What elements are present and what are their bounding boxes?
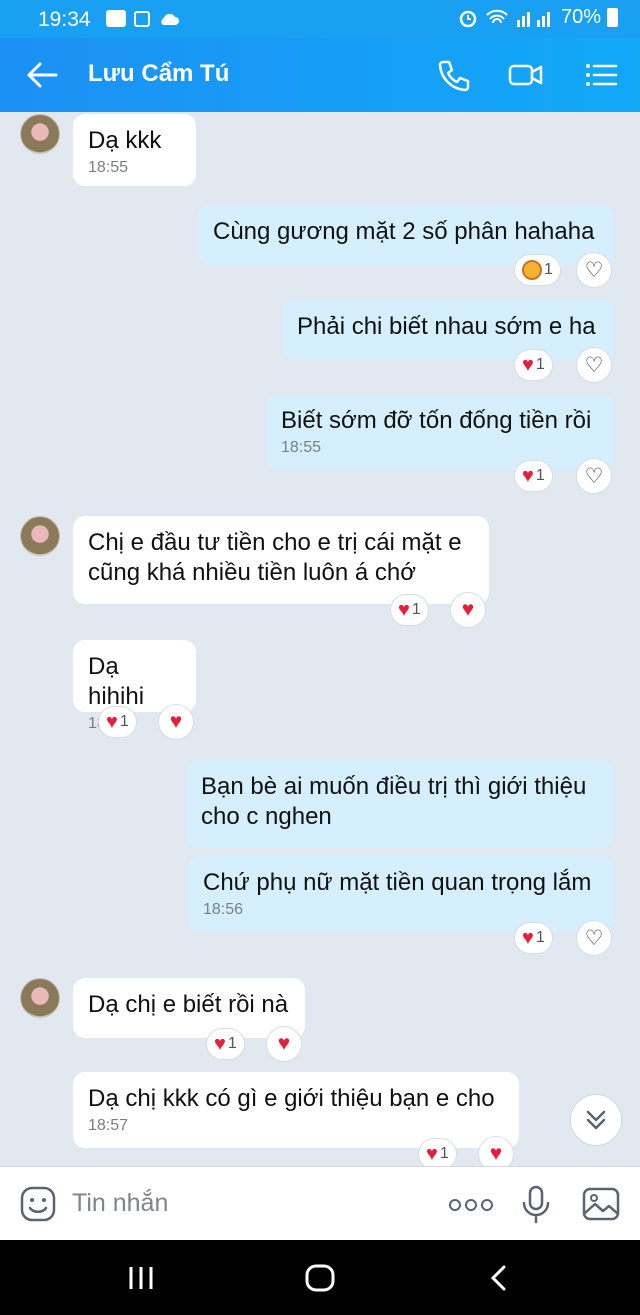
like-heart-button[interactable]: ♥ bbox=[266, 1026, 302, 1062]
heart-icon: ♥ bbox=[214, 1033, 226, 1055]
menu-list-icon[interactable] bbox=[584, 58, 620, 92]
alarm-icon bbox=[459, 10, 477, 27]
message-input[interactable]: Tin nhắn bbox=[72, 1189, 168, 1218]
like-heart-button[interactable]: ♡ bbox=[576, 347, 612, 383]
message-text: Phải chi biết nhau sớm e ha bbox=[297, 313, 596, 340]
like-heart-button[interactable]: ♥ bbox=[158, 704, 194, 740]
contact-avatar[interactable] bbox=[20, 978, 60, 1018]
message-text: Dạ hihihi bbox=[88, 653, 145, 710]
like-heart-button[interactable]: ♥ bbox=[450, 592, 486, 628]
message-bubble[interactable]: Biết sớm đỡ tốn đống tiền rồi 18:55 bbox=[266, 394, 614, 470]
contact-avatar[interactable] bbox=[20, 516, 60, 556]
battery-icon bbox=[607, 8, 618, 27]
heart-icon: ♥ bbox=[522, 354, 534, 376]
status-bar: 19:34 70% bbox=[0, 0, 640, 38]
message-bubble[interactable]: Dạ chị kkk có gì e giới thiệu bạn e cho … bbox=[73, 1072, 519, 1148]
contact-name[interactable]: Lưu Cẩm Tú bbox=[88, 60, 229, 88]
message-time: 18:55 bbox=[281, 439, 322, 456]
back-arrow-icon[interactable] bbox=[26, 60, 58, 90]
system-nav-bar bbox=[0, 1240, 640, 1315]
message-bubble[interactable]: Dạ chị e biết rồi nà bbox=[73, 978, 305, 1038]
message-time: 18:55 bbox=[88, 159, 129, 176]
heart-outline-icon: ♡ bbox=[584, 464, 604, 488]
heart-icon: ♥ bbox=[522, 465, 534, 487]
message-text: Cùng gương mặt 2 số phân hahaha bbox=[213, 218, 595, 245]
reaction-count: 1 bbox=[535, 929, 545, 946]
message-bubble[interactable]: Dạ hihihi 18:55 bbox=[73, 640, 196, 732]
microphone-icon[interactable] bbox=[520, 1185, 552, 1225]
reaction-summary[interactable]: ♥ 1 bbox=[514, 460, 553, 492]
chevrons-down-icon bbox=[586, 1110, 606, 1130]
message-text: Dạ chị kkk có gì e giới thiệu bạn e cho bbox=[88, 1085, 495, 1112]
like-heart-button[interactable]: ♡ bbox=[576, 252, 612, 288]
reaction-count: 1 bbox=[535, 467, 545, 484]
message-text: Biết sớm đỡ tốn đống tiền rồi bbox=[281, 407, 592, 434]
message-bubble[interactable]: Chị e đầu tư tiền cho e trị cái mặt e cũ… bbox=[73, 516, 489, 604]
message-list[interactable]: Dạ kkk 18:55 Cùng gương mặt 2 số phân ha… bbox=[0, 112, 640, 1166]
reaction-summary[interactable]: ♥ 1 bbox=[206, 1028, 245, 1060]
reaction-count: 1 bbox=[411, 601, 421, 618]
message-bubble[interactable]: Dạ kkk 18:55 bbox=[73, 114, 196, 186]
reaction-count: 1 bbox=[535, 356, 545, 373]
heart-outline-icon: ♡ bbox=[584, 926, 604, 950]
app-notification-icon bbox=[134, 10, 150, 27]
reaction-count: 1 bbox=[119, 713, 129, 730]
video-call-icon[interactable] bbox=[508, 58, 544, 92]
heart-icon: ♥ bbox=[106, 711, 118, 733]
message-text: Dạ chị e biết rồi nà bbox=[88, 991, 289, 1018]
reaction-summary[interactable]: ♥ 1 bbox=[390, 594, 429, 626]
heart-outline-icon: ♡ bbox=[584, 258, 604, 282]
recent-apps-icon[interactable] bbox=[126, 1264, 156, 1292]
message-time: 18:56 bbox=[203, 901, 244, 918]
zalo-notification-icon bbox=[106, 10, 126, 27]
message-bubble[interactable]: Chứ phụ nữ mặt tiền quan trọng lắm 18:56 bbox=[188, 856, 614, 932]
composer-bar: Tin nhắn bbox=[0, 1166, 640, 1240]
back-nav-icon[interactable] bbox=[488, 1264, 510, 1292]
reaction-summary[interactable]: ♥ 1 bbox=[514, 349, 553, 381]
more-dots-icon[interactable] bbox=[448, 1197, 494, 1213]
signal-icon bbox=[516, 11, 550, 27]
reaction-summary[interactable]: ♥ 1 bbox=[514, 922, 553, 954]
chat-header: Lưu Cẩm Tú bbox=[0, 38, 640, 112]
message-text: Chứ phụ nữ mặt tiền quan trọng lắm bbox=[203, 869, 592, 896]
heart-icon: ♥ bbox=[489, 1142, 503, 1165]
laugh-emoji-icon bbox=[522, 260, 542, 280]
heart-icon: ♥ bbox=[522, 927, 534, 949]
emoji-icon[interactable] bbox=[20, 1186, 56, 1222]
heart-icon: ♥ bbox=[398, 599, 410, 621]
wifi-icon bbox=[486, 9, 508, 23]
heart-icon: ♥ bbox=[277, 1032, 291, 1055]
scroll-to-bottom-button[interactable] bbox=[570, 1094, 622, 1146]
reaction-count: 1 bbox=[227, 1035, 237, 1052]
message-bubble[interactable]: Phải chi biết nhau sớm e ha bbox=[282, 300, 614, 360]
reaction-count: 1 bbox=[439, 1145, 449, 1162]
reaction-count: 1 bbox=[544, 261, 553, 278]
like-heart-button[interactable]: ♡ bbox=[576, 920, 612, 956]
cloud-icon bbox=[161, 13, 179, 25]
reaction-summary[interactable]: 1 bbox=[514, 254, 561, 286]
phone-icon[interactable] bbox=[436, 58, 472, 92]
heart-icon: ♥ bbox=[169, 710, 183, 733]
message-text: Chị e đầu tư tiền cho e trị cái mặt e cũ… bbox=[88, 529, 462, 586]
heart-icon: ♥ bbox=[461, 598, 475, 621]
like-heart-button[interactable]: ♡ bbox=[576, 458, 612, 494]
status-time: 19:34 bbox=[38, 8, 91, 31]
heart-outline-icon: ♡ bbox=[584, 353, 604, 377]
contact-avatar[interactable] bbox=[20, 114, 60, 154]
like-heart-button[interactable]: ♥ bbox=[478, 1136, 514, 1166]
message-text: Dạ kkk bbox=[88, 127, 162, 154]
reaction-summary[interactable]: ♥ 1 bbox=[98, 706, 137, 738]
heart-icon: ♥ bbox=[426, 1143, 438, 1165]
battery-percent: 70% bbox=[560, 6, 601, 28]
message-time: 18:57 bbox=[88, 1117, 129, 1134]
reaction-summary[interactable]: ♥ 1 bbox=[418, 1138, 457, 1166]
home-icon[interactable] bbox=[304, 1264, 336, 1292]
message-bubble[interactable]: Bạn bè ai muốn điều trị thì giới thiệu c… bbox=[186, 760, 614, 848]
message-text: Bạn bè ai muốn điều trị thì giới thiệu c… bbox=[201, 773, 587, 830]
image-icon[interactable] bbox=[582, 1187, 620, 1221]
